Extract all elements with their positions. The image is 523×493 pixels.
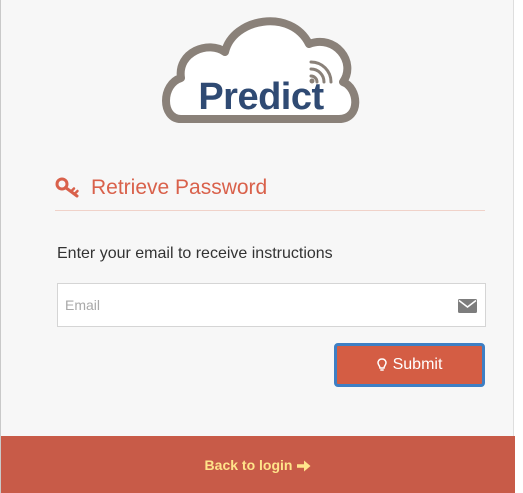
arrow-right-icon [297,459,311,471]
submit-label: Submit [392,356,443,373]
footer-bar: Back to login [1,436,515,493]
email-input[interactable] [58,284,485,326]
back-to-login-label: Back to login [204,456,293,473]
back-to-login-link[interactable]: Back to login [205,457,312,473]
lightbulb-icon [376,358,387,372]
login-panel: Predict Retrieve Password Enter your ema… [0,0,515,493]
retrieve-password-heading: Retrieve Password [55,172,267,202]
page-title: Retrieve Password [91,175,268,199]
heading-divider [55,210,485,211]
key-icon [55,176,81,198]
envelope-icon [458,299,477,313]
instructions-text: Enter your email to receive instructions [57,245,333,262]
predict-logo: Predict [159,6,363,132]
logo-text: Predict [198,76,324,118]
submit-button[interactable]: Submit [334,343,485,387]
email-field-wrapper [57,283,486,327]
